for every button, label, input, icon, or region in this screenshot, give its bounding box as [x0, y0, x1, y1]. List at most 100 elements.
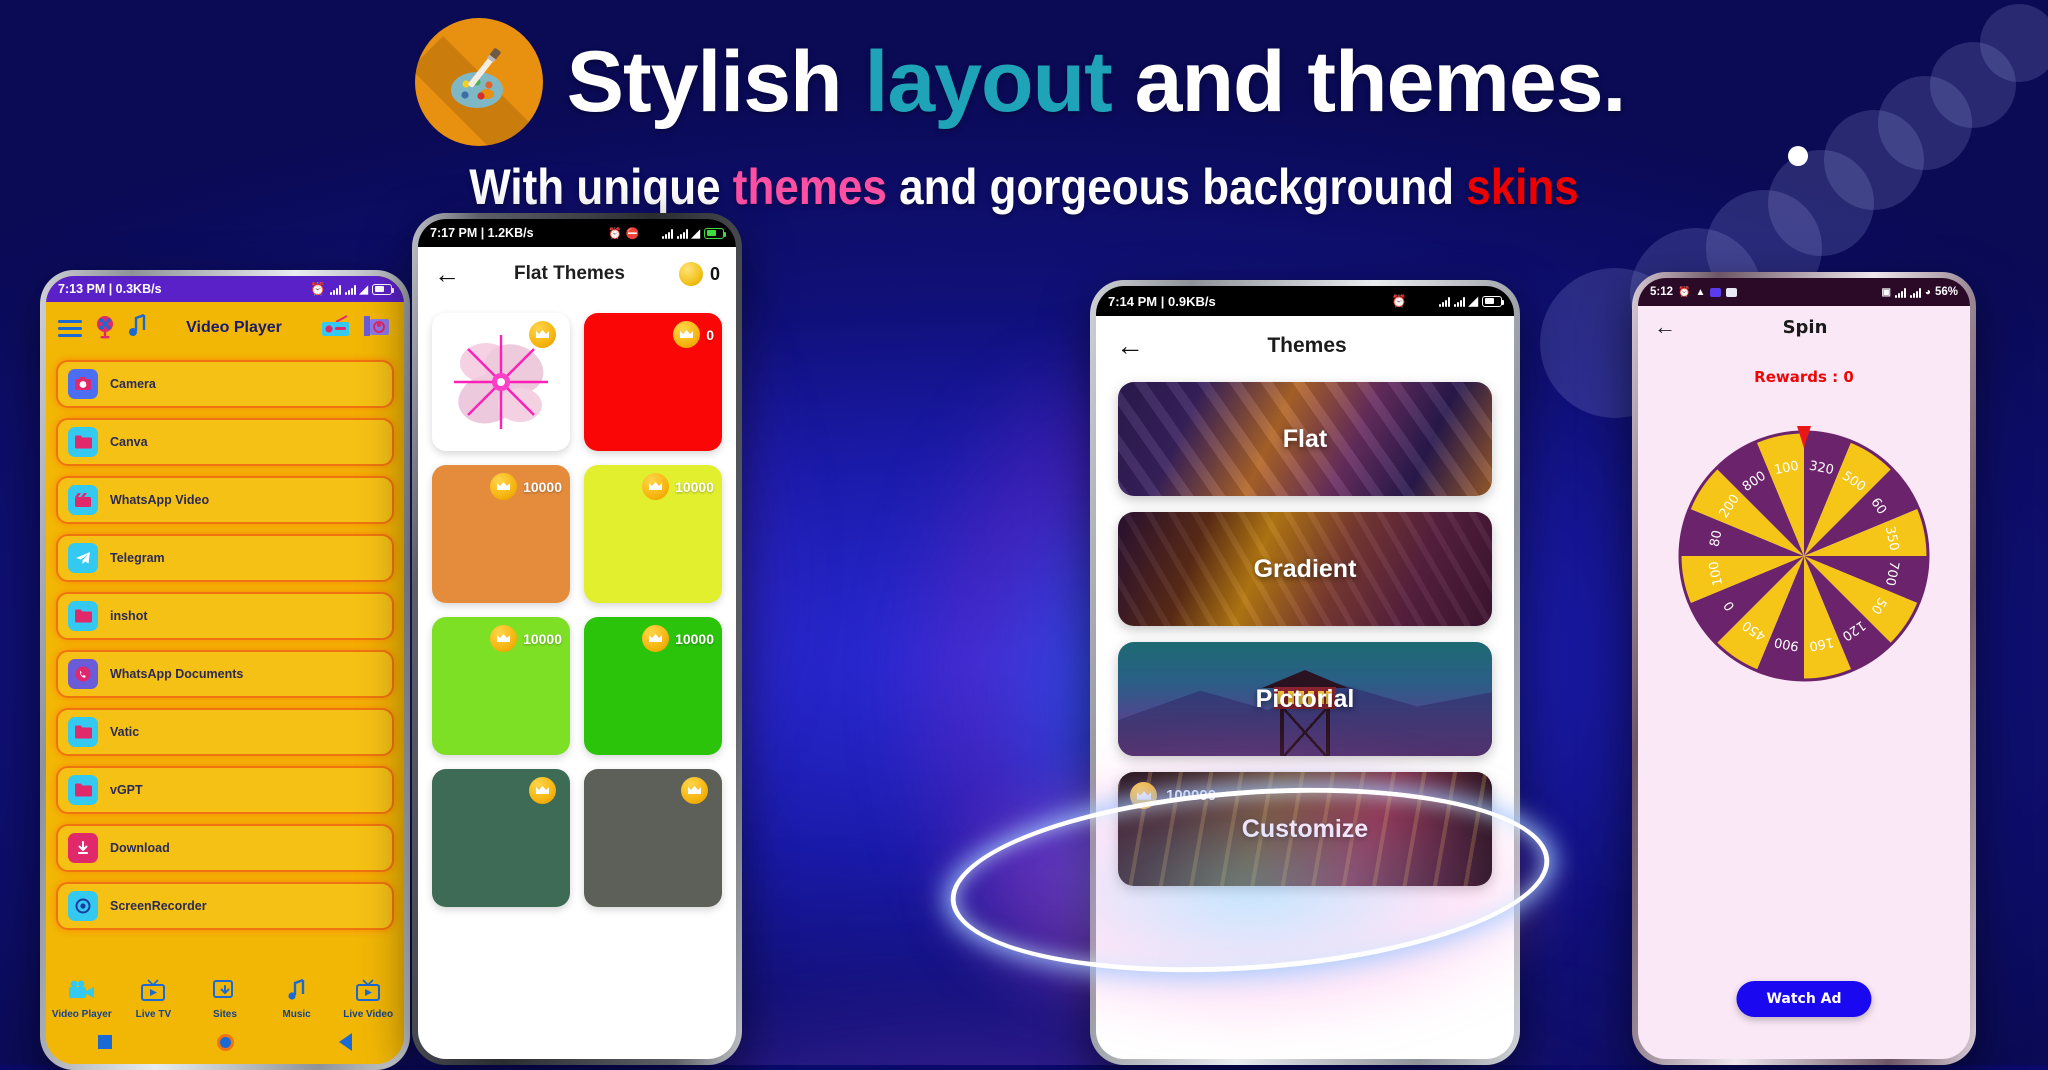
list-item[interactable]: vGPT: [56, 766, 394, 814]
themes-list[interactable]: Flat Gradient Pictorial 100000 Customize: [1096, 376, 1514, 908]
crown-icon: [490, 625, 518, 652]
alarm-icon: ⏰: [1391, 294, 1407, 308]
price-value: 10000: [523, 478, 562, 495]
rewards-label: Rewards : 0: [1754, 368, 1854, 386]
crown-icon: [642, 625, 670, 652]
theme-card-customize[interactable]: 100000 Customize: [1118, 772, 1492, 886]
hamburger-menu-icon[interactable]: [58, 319, 82, 337]
camera-roll-icon[interactable]: [362, 313, 392, 344]
tab-music[interactable]: Music: [261, 978, 333, 1020]
home-button[interactable]: [216, 1033, 234, 1051]
tab-sites[interactable]: Sites: [189, 978, 261, 1020]
hero-subtitle: With unique themes and gorgeous backgrou…: [123, 158, 1925, 216]
phone-mockup-spin: 5:12 ⏰ ▲ ▣ ◕ 56% ← Spin Rewards : 0 320 5…: [1632, 272, 1976, 1065]
theme-grid[interactable]: 0 10000 10000 10000 10000: [418, 301, 736, 919]
tab-video-player[interactable]: Video Player: [46, 980, 118, 1020]
back-arrow-icon[interactable]: ←: [1116, 332, 1144, 360]
status-bar-left-text: 7:17 PM | 1.2KB/s: [430, 226, 534, 240]
back-arrow-icon[interactable]: ←: [434, 261, 460, 287]
wheel-pointer-icon: [1797, 426, 1811, 448]
price-value: 10000: [523, 630, 562, 647]
list-item[interactable]: inshot: [56, 592, 394, 640]
signal-icon: [676, 228, 688, 239]
list-item-label: WhatsApp Video: [110, 493, 210, 507]
app-bar: ← Spin: [1638, 306, 1970, 348]
tab-label: Music: [282, 1009, 311, 1020]
coin-value: 0: [709, 263, 720, 284]
crown-icon: [529, 321, 556, 348]
battery-icon: [704, 227, 726, 239]
sites-icon: [212, 980, 238, 1006]
fan-icon[interactable]: [92, 313, 118, 344]
list-item[interactable]: Canva: [56, 418, 394, 466]
paint-palette-icon: [414, 18, 543, 146]
music-note-icon[interactable]: [128, 313, 148, 344]
list-item-label: Camera: [110, 377, 156, 391]
folder-icon: [68, 775, 98, 805]
price-badge: [529, 777, 562, 804]
spin-wheel-container[interactable]: 320 500 60 350 700 50 120 160 900 450 0 100 80 200 800…: [1638, 426, 1970, 682]
crown-icon: [642, 473, 670, 500]
signal-icon: [1909, 287, 1921, 298]
list-item[interactable]: WhatsApp Documents: [56, 650, 394, 698]
theme-card-pictorial[interactable]: Pictorial: [1118, 642, 1492, 756]
list-item[interactable]: Camera: [56, 360, 394, 408]
crown-icon: [529, 777, 556, 804]
phone-mockup-themes: 7:14 PM | 0.9KB/s ⏰ ◢ ← Themes Flat Grad…: [1090, 280, 1520, 1065]
list-item[interactable]: Download: [56, 824, 394, 872]
list-item[interactable]: WhatsApp Video: [56, 476, 394, 524]
back-button[interactable]: [338, 1033, 352, 1051]
theme-tile[interactable]: 10000: [584, 465, 722, 603]
list-item-label: vGPT: [110, 783, 143, 797]
watch-ad-button[interactable]: Watch Ad: [1736, 981, 1872, 1017]
theme-card-flat[interactable]: Flat: [1118, 382, 1492, 496]
list-item[interactable]: Vatic: [56, 708, 394, 756]
phone-mockup-video-player: 7:13 PM | 0.3KB/s ⏰ ◢ Video Player Camer…: [40, 270, 410, 1070]
camera-icon: [68, 369, 98, 399]
tab-live-tv[interactable]: Live TV: [118, 978, 190, 1020]
folder-icon: [68, 427, 98, 457]
theme-tile[interactable]: 10000: [432, 465, 570, 603]
status-bar: 7:13 PM | 0.3KB/s ⏰ ◢: [46, 276, 404, 302]
crown-icon: [673, 321, 701, 348]
status-bar-left-text: 7:13 PM | 0.3KB/s: [58, 282, 162, 296]
theme-tile[interactable]: 10000: [584, 617, 722, 755]
app-notification-icon: [1710, 287, 1722, 297]
theme-tile[interactable]: [584, 769, 722, 907]
subtitle-part2: and gorgeous background: [886, 159, 1467, 215]
signal-icon: [661, 228, 673, 239]
signal-icon: [329, 284, 341, 295]
price-value: 0: [706, 326, 714, 343]
theme-tile[interactable]: 10000: [432, 617, 570, 755]
price-value: 10000: [675, 630, 714, 647]
list-item[interactable]: Telegram: [56, 534, 394, 582]
coin-icon: [678, 262, 703, 286]
theme-card-label: Gradient: [1253, 554, 1357, 583]
system-navigation-bar: [46, 1020, 404, 1064]
list-item[interactable]: ScreenRecorder: [56, 882, 394, 930]
recents-button[interactable]: [98, 1035, 113, 1049]
price-badge: 10000: [490, 473, 562, 500]
coin-balance: 0: [678, 262, 720, 286]
theme-card-label: Flat: [1282, 424, 1328, 453]
back-arrow-icon[interactable]: ←: [1654, 316, 1676, 338]
wifi-icon: ◢: [359, 283, 368, 296]
tab-live-video[interactable]: Live Video: [332, 978, 404, 1020]
wifi-icon: ◢: [1468, 294, 1478, 308]
app-bar-title: Flat Themes: [514, 263, 625, 284]
folder-icon: [68, 601, 98, 631]
status-bar-left-text: 7:14 PM | 0.9KB/s: [1108, 293, 1216, 309]
price-badge: 100000: [1130, 782, 1216, 809]
price-value: 10000: [675, 478, 714, 495]
radio-icon[interactable]: [320, 314, 352, 343]
theme-tile[interactable]: 0: [584, 313, 722, 451]
app-bar: ← Themes: [1096, 316, 1514, 376]
app-list[interactable]: Camera Canva WhatsApp Video Telegram ins…: [46, 354, 404, 954]
status-bar-left-text: 5:12: [1650, 286, 1674, 298]
theme-tile[interactable]: [432, 313, 570, 451]
spin-wheel[interactable]: 3205006035070050120160900450010080200800…: [1678, 430, 1930, 682]
theme-card-gradient[interactable]: Gradient: [1118, 512, 1492, 626]
theme-tile[interactable]: [432, 769, 570, 907]
tab-label: Video Player: [51, 1009, 112, 1020]
tv-icon: [139, 979, 167, 1006]
